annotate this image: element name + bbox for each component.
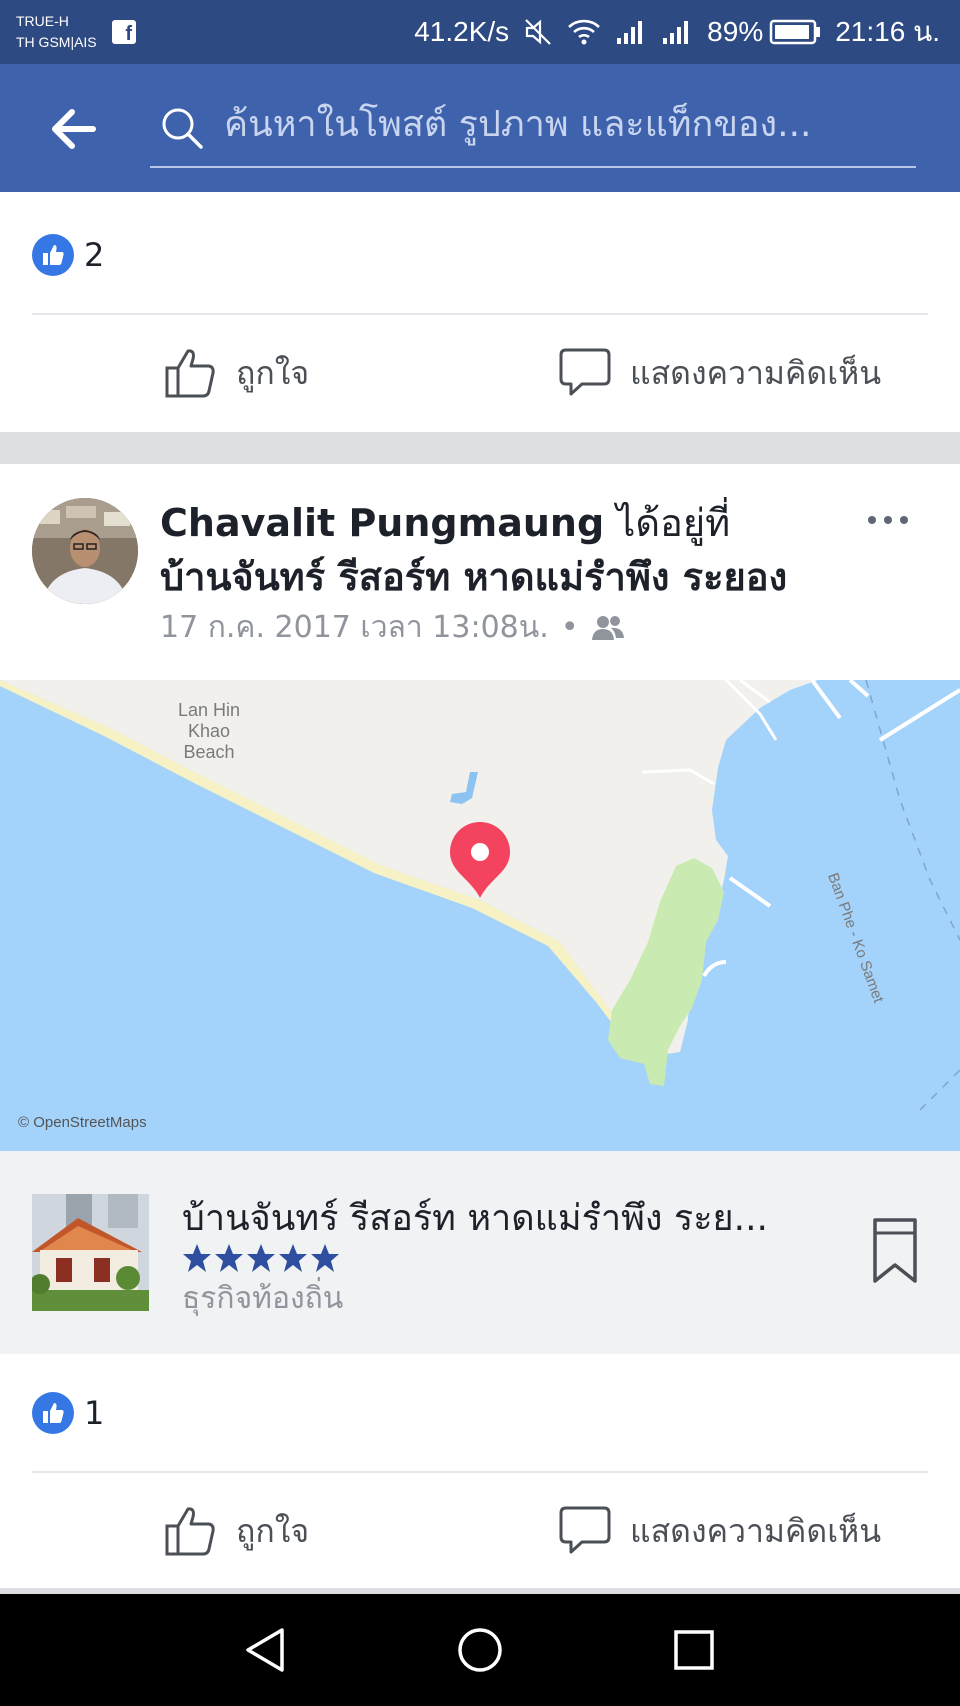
comment-icon: [559, 348, 611, 396]
net-speed: 41.2K/s: [414, 16, 510, 47]
like-reaction-icon: [32, 234, 74, 276]
status-indicators: 41.2K/s 89% 21:16 น.: [414, 14, 940, 50]
carrier-line-1: TRUE-H: [16, 13, 69, 29]
feed-separator: [0, 432, 960, 464]
avatar[interactable]: [32, 498, 138, 604]
facebook-icon: f: [112, 20, 136, 45]
status-bar: TRUE-H TH GSM|AIS f 41.2K/s 89% 21:16 น.: [0, 0, 960, 64]
post-timestamp[interactable]: 17 ก.ค. 2017 เวลา 13:08น.: [160, 604, 549, 651]
nav-recents-icon[interactable]: [670, 1626, 718, 1674]
search-icon: [162, 108, 203, 149]
beach-label-line-1: Lan Hin: [178, 700, 241, 720]
map-label-beach: Lan Hin Khao Beach: [178, 700, 240, 763]
signal-icon-1: [617, 21, 643, 44]
friends-icon: [591, 615, 624, 640]
star-icon: [215, 1244, 243, 1272]
star-icon: [279, 1244, 307, 1272]
search-underline: [150, 166, 916, 168]
comment-button[interactable]: แสดงความคิดเห็น: [558, 346, 881, 400]
place-name[interactable]: บ้านจันทร์ รีสอร์ท หาดแม่รำพึง ระย...: [182, 1195, 842, 1243]
wifi-icon: [568, 19, 601, 45]
beach-label-line-2: Khao: [188, 721, 231, 741]
place-photo: [32, 1194, 149, 1311]
star-icon: [247, 1244, 275, 1272]
map-background: [0, 680, 960, 1151]
comment-label: แสดงความคิดเห็น: [630, 353, 882, 392]
nav-home-icon[interactable]: [456, 1626, 504, 1674]
place-category: ธุรกิจท้องถิ่น: [182, 1281, 344, 1316]
checkin-place[interactable]: บ้านจันทร์ รีสอร์ท หาดแม่รำพึง ระยอง: [160, 555, 787, 599]
comment-icon: [559, 1506, 611, 1554]
place-card[interactable]: บ้านจันทร์ รีสอร์ท หาดแม่รำพึง ระย... ธุ…: [0, 1151, 960, 1354]
like-label: ถูกใจ: [236, 353, 310, 392]
star-icon: [311, 1244, 339, 1272]
like-label: ถูกใจ: [236, 1511, 310, 1550]
post-title: Chavalit Pungmaung ได้อยู่ที่ บ้านจันทร์…: [160, 496, 800, 604]
battery: 89%: [707, 16, 821, 48]
beach-label-line-3: Beach: [183, 742, 235, 762]
battery-icon: [769, 19, 821, 45]
comment-label: แสดงความคิดเห็น: [630, 1511, 882, 1550]
search-input[interactable]: ค้นหาในโพสต์ รูปภาพ และแท็กของ...: [224, 100, 914, 150]
search-header: ค้นหาในโพสต์ รูปภาพ และแท็กของ...: [0, 64, 960, 192]
meta-separator: •: [560, 610, 579, 645]
like-count: 1: [84, 1394, 105, 1432]
thumbs-up-icon: [165, 1507, 215, 1556]
clock: 21:16 น.: [835, 16, 940, 47]
carrier-line-2: TH GSM|AIS: [16, 34, 97, 50]
arrow-left-icon[interactable]: [48, 104, 98, 154]
nav-back-icon[interactable]: [242, 1626, 290, 1674]
place-rating: [182, 1243, 340, 1273]
divider: [32, 313, 928, 315]
bookmark-icon[interactable]: [872, 1217, 918, 1285]
like-reaction-icon: [32, 1392, 74, 1434]
like-count: 2: [84, 236, 105, 274]
reactions-summary[interactable]: 1: [32, 1392, 104, 1434]
like-button[interactable]: ถูกใจ: [164, 346, 309, 400]
post-meta: 17 ก.ค. 2017 เวลา 13:08น. •: [160, 604, 625, 651]
mute-icon: [525, 19, 551, 45]
battery-percent: 89%: [707, 16, 764, 47]
author-name[interactable]: Chavalit Pungmaung: [160, 501, 604, 545]
system-nav-bar: [0, 1594, 960, 1706]
star-icon: [183, 1244, 211, 1272]
more-options-icon[interactable]: [860, 500, 920, 540]
divider: [32, 1471, 928, 1473]
like-button[interactable]: ถูกใจ: [164, 1504, 309, 1558]
map-credit[interactable]: © OpenStreetMaps: [18, 1114, 147, 1131]
carrier-info: TRUE-H TH GSM|AIS: [16, 11, 97, 53]
location-map[interactable]: Lan Hin Khao Beach Ban Phe - Ko Samet © …: [0, 680, 960, 1151]
reactions-summary[interactable]: 2: [32, 234, 104, 276]
signal-icon-2: [663, 21, 689, 44]
comment-button[interactable]: แสดงความคิดเห็น: [558, 1504, 881, 1558]
thumbs-up-icon: [165, 349, 215, 398]
checkin-verb: ได้อยู่ที่: [604, 501, 731, 545]
